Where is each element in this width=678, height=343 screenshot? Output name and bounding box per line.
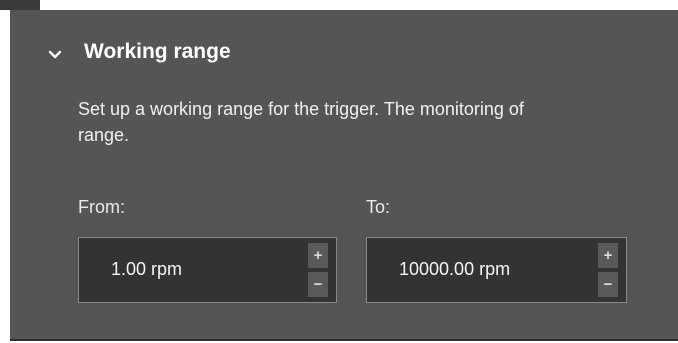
from-value[interactable]: 1.00 rpm — [111, 259, 182, 280]
from-label: From: — [78, 197, 125, 217]
section-title: Working range — [84, 40, 231, 63]
to-spinner[interactable]: 10000.00 rpm + − — [366, 237, 627, 303]
section-description: Set up a working range for the trigger. … — [78, 96, 678, 148]
from-spinner[interactable]: 1.00 rpm + − — [78, 237, 337, 303]
top-strip-dark-segment — [0, 0, 40, 10]
working-range-panel: Working range Set up a working range for… — [10, 10, 678, 341]
to-spin-buttons: + − — [598, 243, 618, 297]
to-value[interactable]: 10000.00 rpm — [399, 259, 510, 280]
description-line: Set up a working range for the trigger. … — [78, 99, 524, 119]
from-decrement-button[interactable]: − — [308, 272, 328, 297]
description-line: range. — [78, 125, 130, 145]
to-decrement-button[interactable]: − — [598, 272, 618, 297]
top-strip — [0, 0, 678, 10]
from-increment-button[interactable]: + — [308, 243, 328, 268]
to-label: To: — [366, 197, 391, 217]
chevron-down-icon[interactable] — [48, 48, 62, 62]
from-spin-buttons: + − — [308, 243, 328, 297]
to-increment-button[interactable]: + — [598, 243, 618, 268]
